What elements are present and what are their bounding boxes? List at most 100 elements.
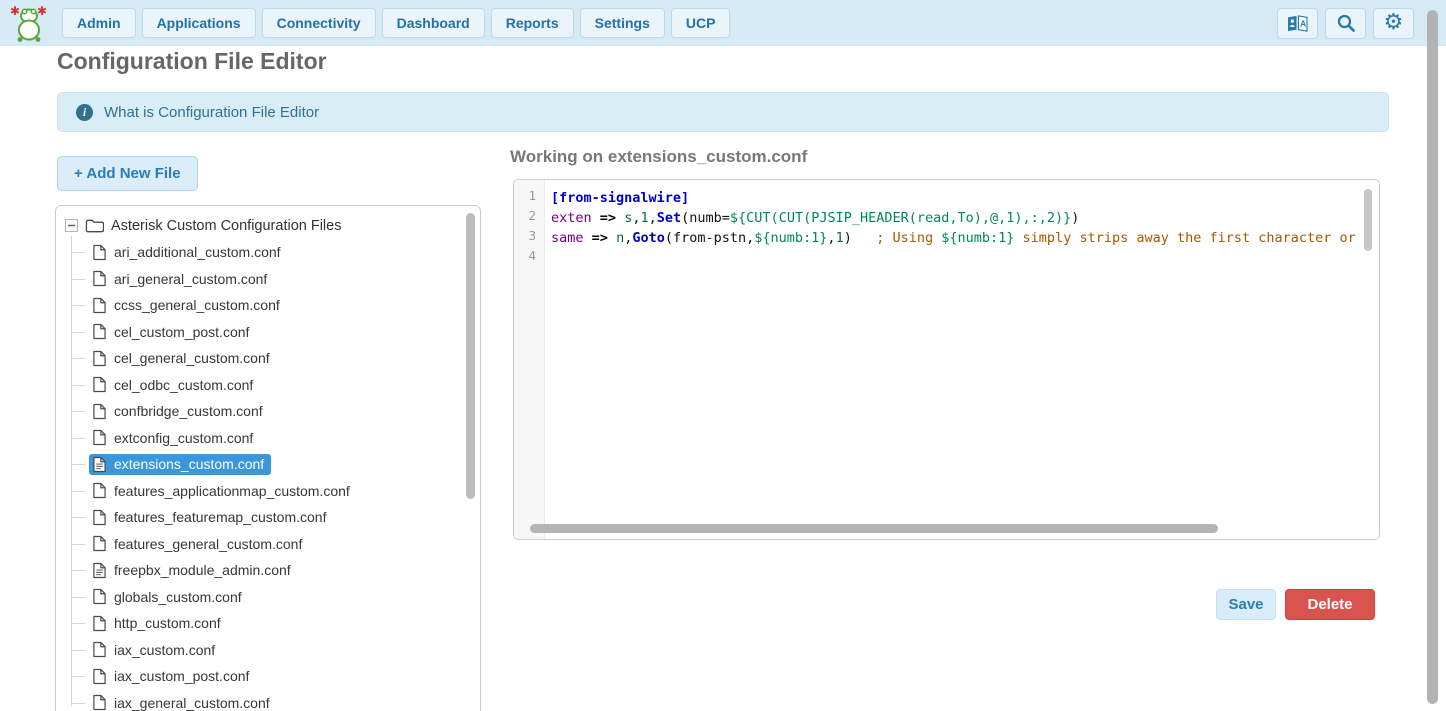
tree-file-extconfig_custom.conf[interactable]: extconfig_custom.conf — [56, 425, 480, 452]
tree-file-cel_odbc_custom.conf[interactable]: cel_odbc_custom.conf — [56, 372, 480, 399]
line-number: 4 — [514, 248, 544, 268]
tree-file-iax_general_custom.conf[interactable]: iax_general_custom.conf — [56, 690, 480, 711]
nav-item-reports[interactable]: Reports — [491, 8, 574, 38]
tree-root-node[interactable]: Asterisk Custom Configuration Files — [56, 212, 480, 239]
nav-item-connectivity[interactable]: Connectivity — [262, 8, 376, 38]
tree-file-iax_custom.conf[interactable]: iax_custom.conf — [56, 637, 480, 664]
tree-file-label: iax_general_custom.conf — [114, 695, 270, 711]
tree-file-label: confbridge_custom.conf — [114, 403, 263, 419]
tree-file-ari_general_custom.conf[interactable]: ari_general_custom.conf — [56, 266, 480, 293]
tree-file-label: ccss_general_custom.conf — [114, 297, 280, 313]
search-icon-button[interactable] — [1325, 8, 1366, 39]
tree-file-label: freepbx_module_admin.conf — [114, 562, 291, 578]
file-icon — [93, 509, 106, 526]
save-button[interactable]: Save — [1216, 589, 1276, 620]
line-number-gutter: 1234 — [514, 180, 545, 539]
file-icon — [93, 668, 106, 685]
svg-text:A: A — [1300, 18, 1306, 28]
svg-text:✱: ✱ — [37, 4, 47, 18]
tree-file-ccss_general_custom.conf[interactable]: ccss_general_custom.conf — [56, 292, 480, 319]
tree-file-label: ari_additional_custom.conf — [114, 244, 281, 260]
editor-horizontal-scrollbar-thumb[interactable] — [530, 524, 1218, 533]
file-icon — [93, 429, 106, 446]
add-new-file-button[interactable]: + Add New File — [57, 156, 198, 191]
nav-item-applications[interactable]: Applications — [142, 8, 256, 38]
file-icon — [93, 615, 106, 632]
code-editor[interactable]: 1234 [from-signalwire]exten => s,1,Set(n… — [513, 179, 1380, 540]
line-number: 1 — [514, 188, 544, 208]
folder-icon — [85, 218, 104, 234]
help-alert-text: What is Configuration File Editor — [104, 104, 319, 121]
file-icon — [93, 323, 106, 340]
line-number: 3 — [514, 228, 544, 248]
tree-file-http_custom.conf[interactable]: http_custom.conf — [56, 610, 480, 637]
tree-file-freepbx_module_admin.conf[interactable]: freepbx_module_admin.conf — [56, 557, 480, 584]
nav-item-dashboard[interactable]: Dashboard — [382, 8, 485, 38]
tree-file-label: features_applicationmap_custom.conf — [114, 483, 350, 499]
language-icon-button[interactable]: A — [1277, 8, 1318, 39]
tree-file-ari_additional_custom.conf[interactable]: ari_additional_custom.conf — [56, 239, 480, 266]
nav-item-ucp[interactable]: UCP — [671, 8, 731, 38]
page-title: Configuration File Editor — [57, 48, 327, 75]
search-icon — [1336, 13, 1356, 33]
settings-gear-icon-button[interactable]: ⚙ — [1373, 8, 1414, 39]
tree-file-label: features_featuremap_custom.conf — [114, 509, 326, 525]
delete-button[interactable]: Delete — [1285, 589, 1375, 620]
file-with-content-icon — [93, 456, 106, 473]
nav-right-icons: A⚙ — [1277, 8, 1414, 39]
code-line: exten => s,1,Set(numb=${CUT(CUT(PJSIP_HE… — [551, 208, 1379, 228]
nav-menu: AdminApplicationsConnectivityDashboardRe… — [62, 8, 730, 38]
nav-item-settings[interactable]: Settings — [580, 8, 665, 38]
line-number: 2 — [514, 208, 544, 228]
tree-file-extensions_custom.conf[interactable]: extensions_custom.conf — [56, 451, 480, 478]
tree-file-label: cel_general_custom.conf — [114, 350, 270, 366]
working-on-heading: Working on extensions_custom.conf — [510, 147, 807, 167]
tree-file-label: iax_custom.conf — [114, 642, 215, 658]
tree-file-label: cel_custom_post.conf — [114, 324, 249, 340]
page-scrollbar-thumb[interactable] — [1427, 10, 1438, 704]
tree-file-label: ari_general_custom.conf — [114, 271, 267, 287]
file-icon — [93, 694, 106, 711]
tree-root-label: Asterisk Custom Configuration Files — [111, 218, 341, 234]
file-icon — [93, 244, 106, 261]
tree-file-label: extconfig_custom.conf — [114, 430, 253, 446]
tree-file-label: extensions_custom.conf — [114, 456, 264, 472]
settings-gear-icon: ⚙ — [1384, 12, 1404, 34]
tree-file-features_general_custom.conf[interactable]: features_general_custom.conf — [56, 531, 480, 558]
info-icon: i — [76, 104, 93, 121]
file-icon — [93, 482, 106, 499]
tree-file-label: features_general_custom.conf — [114, 536, 302, 552]
tree-file-confbridge_custom.conf[interactable]: confbridge_custom.conf — [56, 398, 480, 425]
file-tree-panel: Asterisk Custom Configuration Files ari_… — [55, 205, 481, 711]
code-line: same => n,Goto(from-pstn,${numb:1},1) ; … — [551, 228, 1379, 248]
tree-file-features_featuremap_custom.conf[interactable]: features_featuremap_custom.conf — [56, 504, 480, 531]
editor-vertical-scrollbar-thumb[interactable] — [1364, 189, 1372, 251]
help-alert[interactable]: i What is Configuration File Editor — [57, 92, 1389, 132]
tree-file-label: http_custom.conf — [114, 615, 221, 631]
tree-file-label: globals_custom.conf — [114, 589, 242, 605]
top-navbar: ✱ ✱ AdminApplicationsConnectivityDashboa… — [0, 0, 1446, 46]
file-icon — [93, 535, 106, 552]
code-line: [from-signalwire] — [551, 188, 1379, 208]
code-content[interactable]: [from-signalwire]exten => s,1,Set(numb=$… — [545, 180, 1379, 539]
file-icon — [93, 641, 106, 658]
file-icon — [93, 270, 106, 287]
file-with-content-icon — [93, 562, 106, 579]
file-icon — [93, 350, 106, 367]
code-line — [551, 248, 1379, 268]
tree-file-cel_custom_post.conf[interactable]: cel_custom_post.conf — [56, 319, 480, 346]
file-icon — [93, 588, 106, 605]
file-icon — [93, 403, 106, 420]
tree-scrollbar-thumb[interactable] — [466, 213, 475, 499]
tree-file-label: cel_odbc_custom.conf — [114, 377, 253, 393]
tree-file-globals_custom.conf[interactable]: globals_custom.conf — [56, 584, 480, 611]
nav-item-admin[interactable]: Admin — [62, 8, 136, 38]
collapse-minus-icon[interactable] — [65, 219, 78, 232]
freepbx-logo-icon[interactable]: ✱ ✱ — [10, 3, 48, 43]
tree-file-iax_custom_post.conf[interactable]: iax_custom_post.conf — [56, 663, 480, 690]
tree-file-cel_general_custom.conf[interactable]: cel_general_custom.conf — [56, 345, 480, 372]
language-icon: A — [1286, 14, 1309, 33]
tree-file-list: ari_additional_custom.conf ari_general_cu… — [56, 239, 480, 711]
file-icon — [93, 376, 106, 393]
tree-file-features_applicationmap_custom.conf[interactable]: features_applicationmap_custom.conf — [56, 478, 480, 505]
